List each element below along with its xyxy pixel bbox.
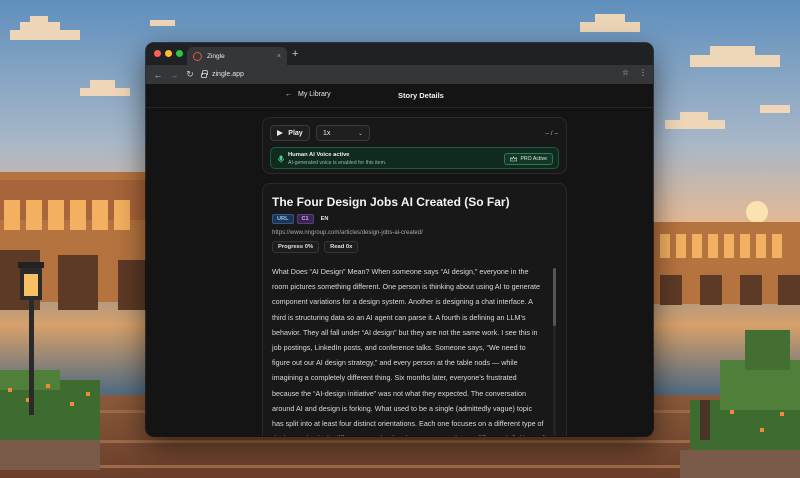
crown-icon bbox=[510, 156, 518, 162]
scrollbar-thumb[interactable] bbox=[553, 268, 556, 326]
tab-title: Zingle bbox=[207, 52, 225, 60]
back-button[interactable]: ← bbox=[150, 70, 166, 80]
progress-badge: Progress 0% bbox=[272, 241, 320, 253]
new-tab-button[interactable]: + bbox=[292, 47, 298, 61]
tab-bar: Zingle × + bbox=[146, 43, 653, 65]
reload-button[interactable]: ↻ bbox=[182, 69, 198, 80]
voice-subtitle: AI-generated voice is enabled for this i… bbox=[288, 160, 387, 166]
favicon-icon bbox=[193, 51, 202, 61]
minimize-window-button[interactable] bbox=[165, 50, 172, 57]
back-arrow-icon: ← bbox=[285, 91, 292, 98]
story-scrollbar[interactable] bbox=[553, 268, 556, 436]
back-link-label: My Library bbox=[298, 91, 331, 98]
maximize-window-button[interactable] bbox=[176, 50, 183, 57]
browser-window: Zingle × + ← → ↻ zingle.app ☆ ⋮ ← My Lib… bbox=[146, 43, 653, 436]
star-icon[interactable]: ☆ bbox=[622, 68, 629, 77]
time-display: – / – bbox=[545, 130, 558, 137]
story-title: The Four Design Jobs AI Created (So Far) bbox=[272, 195, 510, 209]
app-content: ← My Library Story Details Play 1x ⌄ – /… bbox=[146, 84, 653, 436]
tag-level: C1 bbox=[296, 214, 314, 224]
mic-icon bbox=[278, 155, 284, 163]
forward-button[interactable]: → bbox=[166, 70, 182, 80]
voice-title: Human AI Voice active bbox=[288, 152, 350, 158]
tab-close-icon[interactable]: × bbox=[277, 53, 281, 60]
story-card: The Four Design Jobs AI Created (So Far)… bbox=[262, 183, 567, 436]
source-url[interactable]: https://www.nngroup.com/articles/design-… bbox=[272, 230, 423, 236]
story-body-text: What Does “AI Design” Mean? When someone… bbox=[272, 267, 544, 436]
address-bar[interactable]: zingle.app bbox=[201, 68, 621, 81]
voice-status-banner: Human AI Voice active AI-generated voice… bbox=[270, 147, 559, 169]
read-count-badge: Read 0x bbox=[324, 241, 359, 253]
pro-badge-label: PRO Active bbox=[520, 156, 547, 162]
story-tags: URL C1 EN bbox=[272, 214, 332, 224]
speed-value: 1x bbox=[323, 129, 331, 137]
play-button[interactable]: Play bbox=[270, 125, 310, 141]
play-label: Play bbox=[288, 129, 303, 137]
page-title: Story Details bbox=[398, 91, 444, 100]
chevron-down-icon: ⌄ bbox=[357, 130, 363, 137]
lock-icon bbox=[201, 70, 208, 78]
app-header: ← My Library Story Details bbox=[146, 84, 653, 108]
browser-toolbar: ← → ↻ zingle.app ☆ ⋮ bbox=[146, 65, 653, 84]
browser-tab[interactable]: Zingle × bbox=[187, 47, 287, 65]
url-text: zingle.app bbox=[212, 71, 244, 78]
tag-source-type: URL bbox=[272, 214, 294, 224]
audio-player-card: Play 1x ⌄ – / – Human AI Voice active AI… bbox=[262, 117, 567, 174]
back-to-library-link[interactable]: ← My Library bbox=[285, 91, 331, 98]
play-icon bbox=[277, 129, 284, 136]
playback-speed-select[interactable]: 1x ⌄ bbox=[316, 125, 370, 141]
pro-status-badge: PRO Active bbox=[504, 153, 553, 165]
kebab-menu-icon[interactable]: ⋮ bbox=[639, 68, 647, 77]
tag-language: EN bbox=[320, 216, 329, 222]
close-window-button[interactable] bbox=[154, 50, 161, 57]
story-stats: Progress 0% Read 0x bbox=[272, 241, 359, 253]
